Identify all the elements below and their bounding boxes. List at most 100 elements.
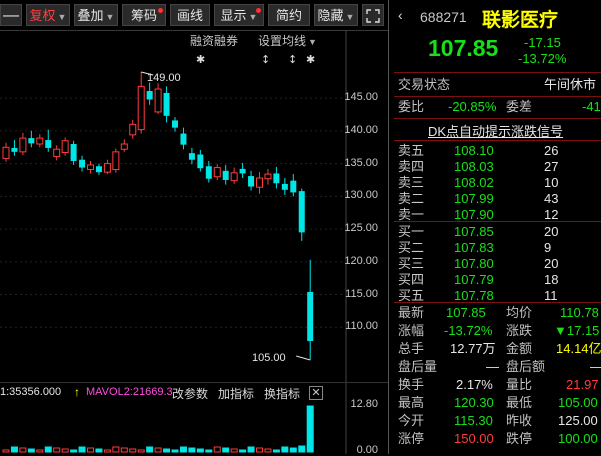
volume-bar <box>120 447 128 453</box>
add-indicator-button[interactable]: 加指标 <box>218 385 254 402</box>
candle[interactable] <box>205 161 212 183</box>
candle[interactable] <box>239 162 246 179</box>
display-button[interactable]: 显示 ▼ <box>214 4 264 26</box>
candle[interactable] <box>137 72 145 134</box>
candle[interactable] <box>120 139 128 152</box>
candle-body <box>70 144 77 162</box>
candle[interactable] <box>197 149 204 172</box>
overlay-button[interactable]: 叠加 ▼ <box>74 4 118 26</box>
candle[interactable] <box>28 130 35 148</box>
candle[interactable] <box>290 174 297 197</box>
divider <box>394 96 601 97</box>
candle-body <box>137 85 145 131</box>
chips-label: 筹码 <box>130 8 157 23</box>
candle[interactable] <box>146 82 153 105</box>
volume-bar <box>53 447 61 453</box>
hide-button[interactable]: 隐藏 ▼ <box>314 4 358 26</box>
switch-indicator-button[interactable]: 换指标 <box>264 385 300 402</box>
expand-button[interactable] <box>362 4 384 26</box>
chips-button[interactable]: 筹码 <box>122 4 166 26</box>
price-tick-label: 140.00 <box>344 123 378 136</box>
candle[interactable] <box>53 145 61 161</box>
volume-bar <box>44 446 52 453</box>
volume-bar <box>87 447 94 453</box>
volume-bar <box>10 446 18 453</box>
candle[interactable] <box>248 170 255 191</box>
candle[interactable] <box>222 164 229 185</box>
candle[interactable] <box>154 83 162 114</box>
ask-row[interactable]: 卖四 108.03 27 <box>394 159 601 175</box>
ask-row[interactable]: 卖五 108.10 26 <box>394 143 601 159</box>
candle[interactable] <box>172 117 178 132</box>
volume-bar <box>27 448 35 453</box>
candle[interactable] <box>298 188 305 241</box>
volume-bar <box>171 449 179 453</box>
event-marker-icon[interactable]: ↕ <box>288 53 297 66</box>
volume-bar <box>129 448 137 453</box>
candle-body <box>307 291 314 342</box>
candle-body <box>146 90 153 100</box>
candle-body <box>11 147 18 152</box>
stats-row: 最新 107.85 均价 110.78 <box>398 305 599 320</box>
candle[interactable] <box>213 164 221 180</box>
volume-bar <box>281 446 289 453</box>
candle[interactable] <box>61 137 69 156</box>
candle-body <box>95 166 102 173</box>
candle[interactable] <box>87 161 94 174</box>
chevron-left-icon[interactable]: ‹ <box>398 2 408 28</box>
change-value: ▼17.15 <box>554 323 600 338</box>
event-marker-icon[interactable]: ✱ <box>196 53 205 66</box>
candle-body <box>264 173 272 180</box>
candle-body <box>154 88 162 113</box>
close-icon[interactable]: ✕ <box>309 386 323 400</box>
candle[interactable] <box>2 142 10 162</box>
simple-button[interactable]: 简约 <box>268 4 310 26</box>
candle[interactable] <box>163 86 170 123</box>
dk-signal-link[interactable]: DK点自动提示涨跌信号 <box>428 121 563 140</box>
minimize-button[interactable]: — <box>0 4 22 26</box>
bid-row[interactable]: 买二 107.83 9 <box>394 240 601 256</box>
bid-row[interactable]: 买三 107.80 20 <box>394 256 601 272</box>
candle-body <box>180 133 187 145</box>
edit-params-button[interactable]: 改参数 <box>172 385 208 402</box>
low-price-marker: 105.00 <box>252 352 286 364</box>
candle[interactable] <box>79 155 86 172</box>
candle[interactable] <box>281 178 288 196</box>
candle-body <box>87 164 94 171</box>
candle-body <box>205 166 212 179</box>
candle[interactable] <box>256 172 263 194</box>
candle[interactable] <box>307 259 314 360</box>
candle[interactable] <box>103 159 111 175</box>
ask-row[interactable]: 卖三 108.02 10 <box>394 175 601 191</box>
volume-bar <box>264 448 272 453</box>
candle[interactable] <box>112 148 120 173</box>
candle[interactable] <box>273 166 280 189</box>
level-price: 107.79 <box>454 272 494 287</box>
candle[interactable] <box>70 140 77 165</box>
candle[interactable] <box>264 168 272 185</box>
notification-dot <box>256 8 261 13</box>
volume-bar <box>239 449 247 453</box>
candle[interactable] <box>19 132 27 156</box>
chevron-down-icon: ▼ <box>345 12 355 22</box>
candle[interactable] <box>45 129 52 152</box>
candle[interactable] <box>129 119 137 139</box>
kline-chart-area[interactable]: 融资融券 设置均线 ▼ ✱ ↕ ↕ ✱ 145.00 140.00 135.00 130.00… <box>0 30 388 456</box>
bid-row[interactable]: 买一 107.85 20 <box>394 224 601 240</box>
candle[interactable] <box>188 147 195 165</box>
price-change: -17.15 <box>524 35 561 50</box>
draw-line-button[interactable]: 画线 <box>170 4 210 26</box>
candle[interactable] <box>230 167 238 184</box>
candle[interactable] <box>95 163 102 175</box>
bid-row[interactable]: 买四 107.79 18 <box>394 272 601 288</box>
fuquan-button[interactable]: 复权 ▼ <box>26 4 70 26</box>
candle[interactable] <box>36 134 44 148</box>
ask-row[interactable]: 卖二 107.99 43 <box>394 191 601 207</box>
stock-code: 688271 <box>420 9 467 25</box>
candle[interactable] <box>11 140 18 156</box>
after-hours-amount: — <box>590 358 601 376</box>
event-marker-icon[interactable]: ✱ <box>306 53 315 66</box>
price-tick-label: 130.00 <box>344 189 378 202</box>
candle-body <box>248 176 255 187</box>
event-marker-icon[interactable]: ↕ <box>261 53 270 66</box>
